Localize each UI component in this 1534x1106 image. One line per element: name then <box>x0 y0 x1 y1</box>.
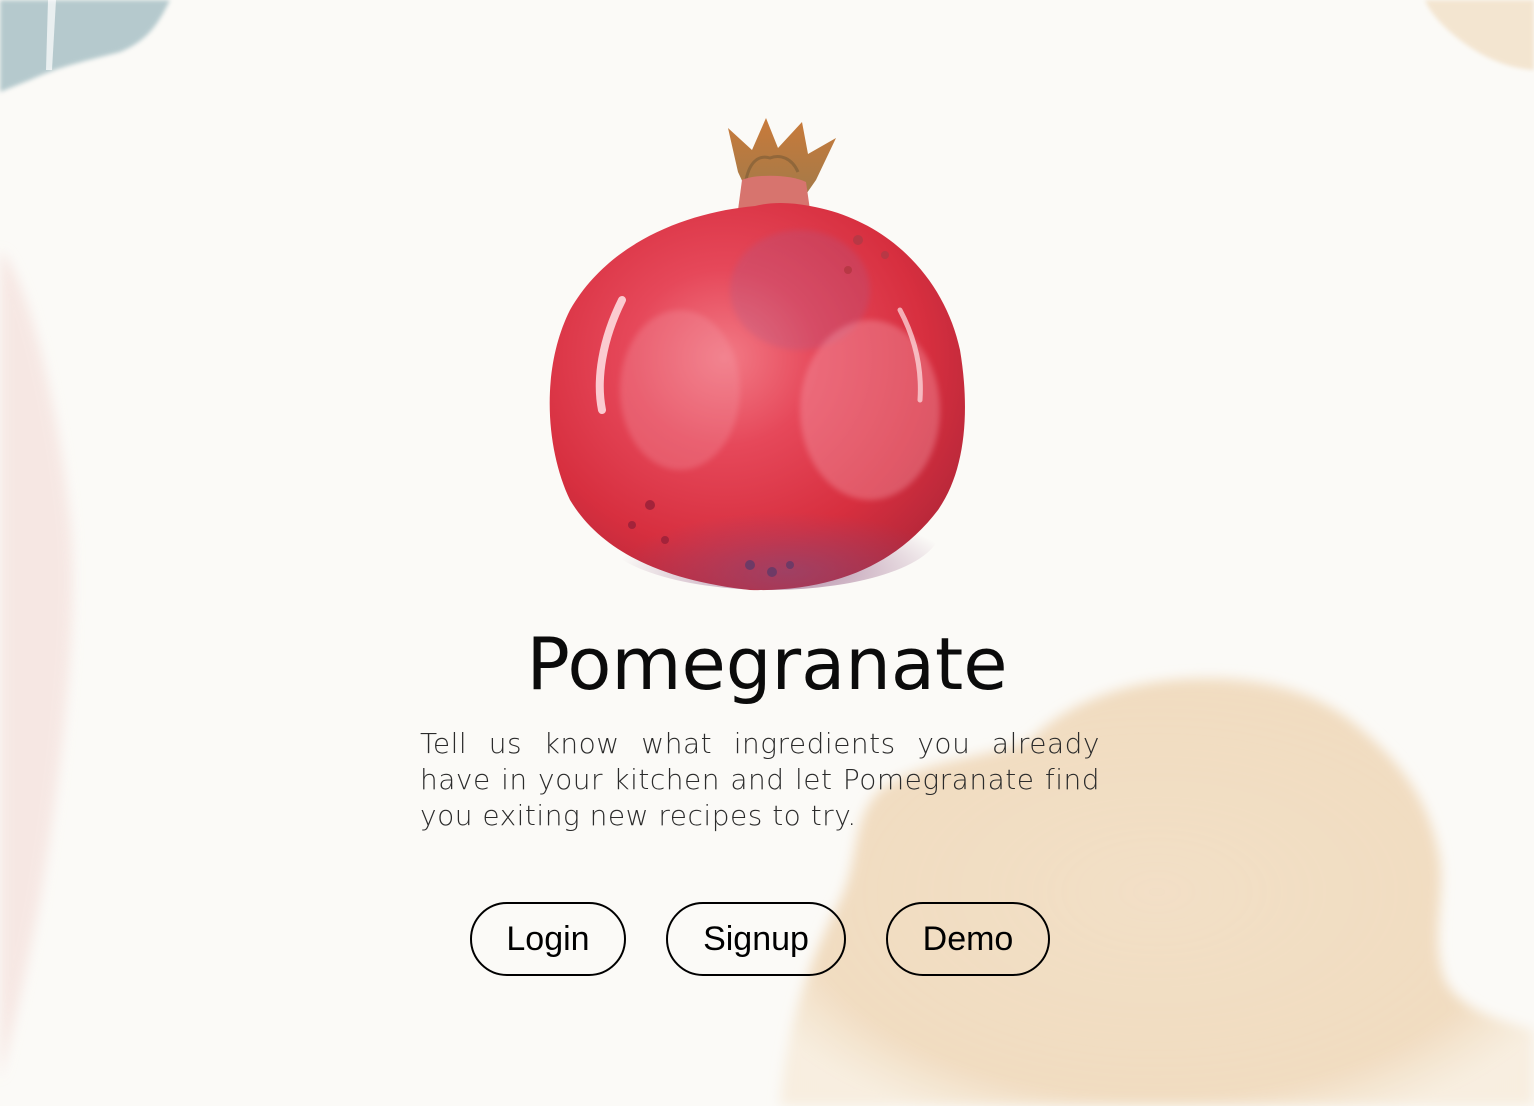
demo-button[interactable]: Demo <box>886 902 1050 976</box>
login-button[interactable]: Login <box>470 902 626 976</box>
app-tagline: Tell us know what ingredients you alread… <box>420 727 1100 832</box>
app-title: Pomegranate <box>526 622 1008 706</box>
pomegranate-illustration <box>549 118 965 591</box>
auth-button-row: Login Signup Demo <box>0 902 1534 980</box>
signup-button[interactable]: Signup <box>666 902 846 976</box>
